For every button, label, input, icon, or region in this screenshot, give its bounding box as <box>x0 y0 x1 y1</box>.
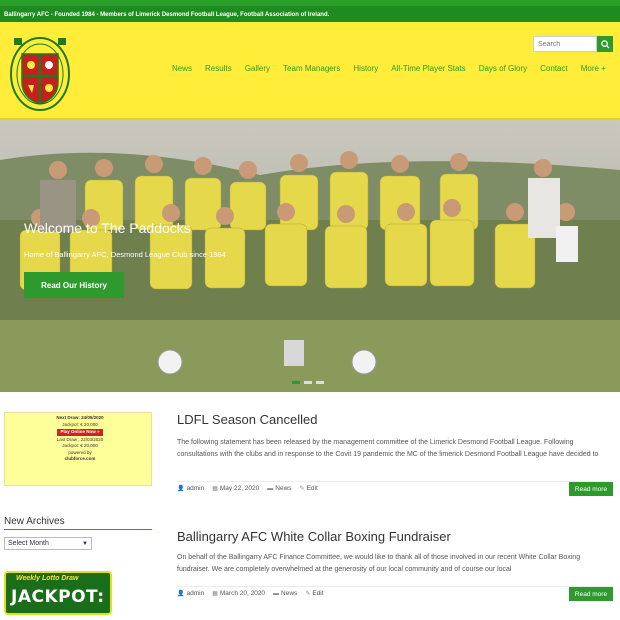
nav-item-news[interactable]: News <box>172 64 192 73</box>
slider-dot-2[interactable] <box>304 381 312 384</box>
main-nav: News Results Gallery Team Managers Histo… <box>172 64 619 73</box>
nav-item-gallery[interactable]: Gallery <box>245 64 270 73</box>
post-meta: 👤 admin ▦ May 22, 2020 ▬ News ✎ Edit Read mo… <box>177 481 613 496</box>
pencil-icon: ✎ <box>299 486 305 492</box>
hero-subtitle: Home of Ballingarry AFC, Desmond League … <box>24 250 226 259</box>
site-header: News Results Gallery Team Managers Histo… <box>0 22 620 118</box>
lotto-next-jackpot: Jackpot: € 20,000 <box>62 421 98 427</box>
clubforce-brand: clubforce.com <box>64 456 96 461</box>
post-meta: 👤 admin ▦ March 20, 2020 ▬ News ✎ Edit Read … <box>177 586 613 601</box>
archives-divider <box>4 529 152 530</box>
post-date-text: March 20, 2020 <box>219 590 266 597</box>
pencil-icon: ✎ <box>305 591 311 597</box>
folder-icon: ▬ <box>273 590 280 597</box>
post-category[interactable]: ▬ News <box>273 590 297 597</box>
hero-title: Welcome to The Paddocks <box>24 220 191 236</box>
post-title[interactable]: LDFL Season Cancelled <box>177 412 613 427</box>
nav-item-more[interactable]: More + <box>581 64 606 73</box>
search-button[interactable] <box>597 36 613 52</box>
club-crest-logo[interactable] <box>8 32 72 112</box>
post-author-name: admin <box>186 590 205 597</box>
post-category-text: News <box>275 485 292 492</box>
search-form <box>533 36 613 52</box>
nav-item-contact[interactable]: Contact <box>540 64 568 73</box>
nav-item-team-managers[interactable]: Team Managers <box>283 64 340 73</box>
top-bar-text: Ballingarry AFC - Founded 1984 - Members… <box>4 12 330 18</box>
lotto-ad-content: Next Draw: 24/05/2020 Jackpot: € 20,000 … <box>43 415 117 463</box>
post-excerpt: On behalf of the Ballingarry AFC Finance… <box>177 554 581 573</box>
top-bar: Ballingarry AFC - Founded 1984 - Members… <box>0 0 620 22</box>
slider-dot-1[interactable] <box>292 381 300 384</box>
calendar-icon: ▦ <box>212 486 218 492</box>
search-input[interactable] <box>533 36 597 52</box>
chevron-down-icon: ▼ <box>82 540 88 547</box>
nav-item-history[interactable]: History <box>353 64 378 73</box>
slider-dot-3[interactable] <box>316 381 324 384</box>
user-icon: 👤 <box>177 486 185 492</box>
post-date[interactable]: ▦ May 22, 2020 <box>212 485 259 492</box>
post-item: LDFL Season Cancelled The following stat… <box>177 412 613 461</box>
jackpot-banner-subtitle: Weekly Lotto Draw <box>16 575 79 582</box>
read-more-button[interactable]: Read more <box>569 482 613 496</box>
archives-title: New Archives <box>4 516 65 527</box>
post-author-name: admin <box>186 485 205 492</box>
folder-icon: ▬ <box>267 485 274 492</box>
post-edit[interactable]: ✎ Edit <box>305 590 323 597</box>
hero-caption: Welcome to The Paddocks Home of Ballinga… <box>24 220 226 259</box>
jackpot-banner[interactable]: Weekly Lotto Draw JACKPOT: <box>4 571 112 615</box>
archives-select-value: Select Month <box>8 540 49 547</box>
calendar-icon: ▦ <box>212 591 218 597</box>
read-more-button[interactable]: Read more <box>569 587 613 601</box>
search-icon <box>600 39 610 49</box>
post-edit-text: Edit <box>312 590 324 597</box>
slider-dots <box>292 381 324 384</box>
post-category[interactable]: ▬ News <box>267 485 291 492</box>
jackpot-banner-title: JACKPOT: <box>11 587 105 607</box>
read-our-history-button[interactable]: Read Our History <box>24 272 124 298</box>
hero-slider: Welcome to The Paddocks Home of Ballinga… <box>0 120 620 392</box>
lotto-play-button[interactable]: Play Online Now » <box>57 429 103 436</box>
nav-item-results[interactable]: Results <box>205 64 232 73</box>
lotto-ad[interactable]: Next Draw: 24/05/2020 Jackpot: € 20,000 … <box>4 412 152 486</box>
post-edit-text: Edit <box>306 485 318 492</box>
post-date-text: May 22, 2020 <box>219 485 260 492</box>
nav-item-days-of-glory[interactable]: Days of Glory <box>479 64 527 73</box>
post-category-text: News <box>281 590 298 597</box>
post-excerpt: The following statement has been release… <box>177 439 599 458</box>
post-item: Ballingarry AFC White Collar Boxing Fund… <box>177 529 613 576</box>
post-date[interactable]: ▦ March 20, 2020 <box>212 590 265 597</box>
post-author[interactable]: 👤 admin <box>177 485 204 492</box>
post-edit[interactable]: ✎ Edit <box>300 485 318 492</box>
post-title[interactable]: Ballingarry AFC White Collar Boxing Fund… <box>177 529 613 544</box>
user-icon: 👤 <box>177 591 185 597</box>
post-author[interactable]: 👤 admin <box>177 590 204 597</box>
nav-item-player-stats[interactable]: All-Time Player Stats <box>391 64 465 73</box>
archives-month-select[interactable]: Select Month ▼ <box>4 537 92 550</box>
